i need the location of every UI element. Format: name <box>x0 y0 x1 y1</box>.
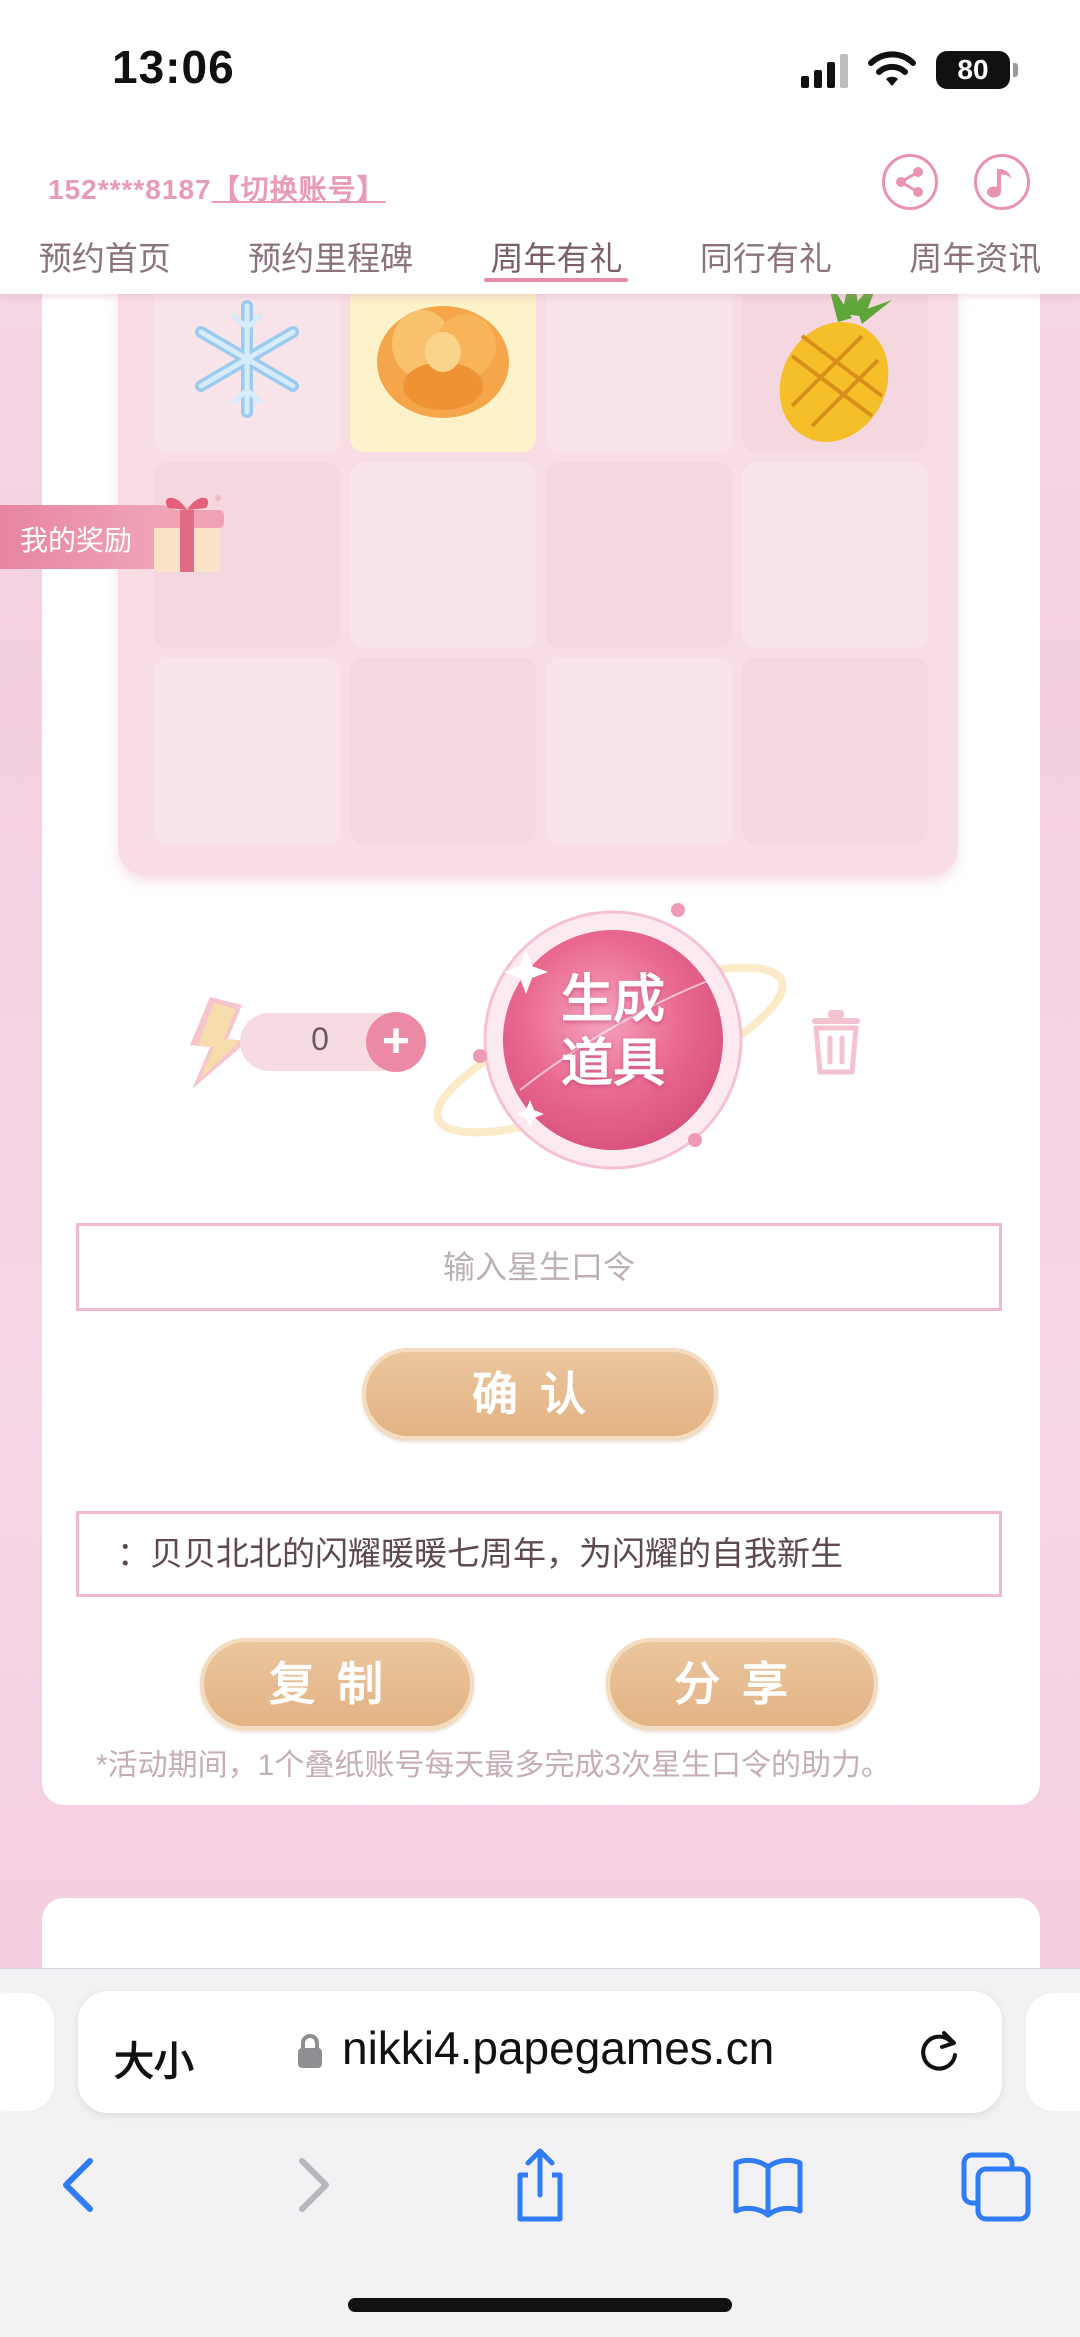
text-size-label: 大小 <box>114 2040 194 2084</box>
back-icon[interactable] <box>40 2147 120 2223</box>
status-bar: 13:06 80 <box>0 0 1080 140</box>
nav-tab-anniversary-gifts[interactable]: 周年有礼 <box>484 232 629 282</box>
share-button[interactable] <box>882 154 938 210</box>
url-text: nikki4.papegames.cn <box>342 2022 775 2074</box>
share-icon <box>896 167 923 197</box>
grid-cell-empty[interactable] <box>350 658 536 844</box>
activity-note: *活动期间，1个叠纸账号每天最多完成3次星生口令的助力。 <box>96 1749 892 1782</box>
lightning-icon <box>190 997 248 1089</box>
confirm-button[interactable]: 确认 <box>362 1348 718 1440</box>
add-energy-button[interactable]: + <box>366 1012 426 1072</box>
grid-cell-empty[interactable] <box>154 658 340 844</box>
reload-icon[interactable] <box>914 2027 964 2077</box>
status-time: 13:06 <box>112 41 235 93</box>
nav-tab-reservation-home[interactable]: 预约首页 <box>33 232 177 280</box>
wifi-icon <box>868 51 916 86</box>
grid-cell-empty[interactable] <box>546 658 732 844</box>
grid-cell-empty[interactable] <box>546 462 732 648</box>
battery-icon: 80 <box>936 51 1018 89</box>
lock-icon <box>298 2034 322 2068</box>
account-number: 152****8187 <box>48 174 212 205</box>
next-tab-preview[interactable] <box>1026 1993 1080 2111</box>
nav-tabs: 预约首页 预约里程碑 周年有礼 同行有礼 周年资讯 <box>0 232 1080 290</box>
copy-button[interactable]: 复制 <box>200 1638 474 1730</box>
share-text-field[interactable]: ：贝贝北北的闪耀暖暖七周年，为闪耀的自我新生 <box>76 1511 1002 1597</box>
bookmarks-icon[interactable] <box>728 2147 808 2223</box>
gift-icon[interactable] <box>146 486 228 576</box>
nav-tab-anniversary-news[interactable]: 周年资讯 <box>903 232 1047 280</box>
text-size-button[interactable]: 大小 <box>114 2029 194 2087</box>
browser-toolbar: 大小 nikki4.papegames.cn <box>0 1968 1080 2337</box>
generate-item-label: 生成 道具 <box>560 969 665 1094</box>
share-code-button[interactable]: 分享 <box>606 1638 878 1730</box>
share-icon[interactable] <box>500 2147 580 2223</box>
grid-cell-empty[interactable] <box>742 658 928 844</box>
music-button[interactable] <box>974 154 1030 210</box>
grid-cell-empty[interactable] <box>742 462 928 648</box>
grid-cell-empty[interactable] <box>350 462 536 648</box>
cellular-signal-icon <box>801 52 848 88</box>
star-code-input[interactable] <box>76 1223 1002 1311</box>
status-icons: 80 <box>801 50 1018 90</box>
switch-account-link[interactable]: 【切换账号】 <box>212 174 386 205</box>
tabs-icon[interactable] <box>956 2147 1036 2223</box>
account-info: 152****8187【切换账号】 <box>48 168 386 208</box>
address-bar[interactable]: 大小 nikki4.papegames.cn <box>78 1991 1002 2113</box>
forward-icon[interactable] <box>272 2147 352 2223</box>
trash-icon[interactable] <box>806 1008 866 1076</box>
music-note-icon <box>987 169 1011 198</box>
my-rewards-label: 我的奖励 <box>20 525 133 556</box>
site-header: 152****8187【切换账号】 预约首页 预约里程碑 周年有礼 同行有礼 周… <box>0 140 1080 294</box>
nav-tab-companion-gifts[interactable]: 同行有礼 <box>694 232 838 280</box>
nav-tab-milestones[interactable]: 预约里程碑 <box>242 232 419 280</box>
previous-tab-preview[interactable] <box>0 1993 54 2111</box>
home-indicator <box>348 2298 732 2312</box>
